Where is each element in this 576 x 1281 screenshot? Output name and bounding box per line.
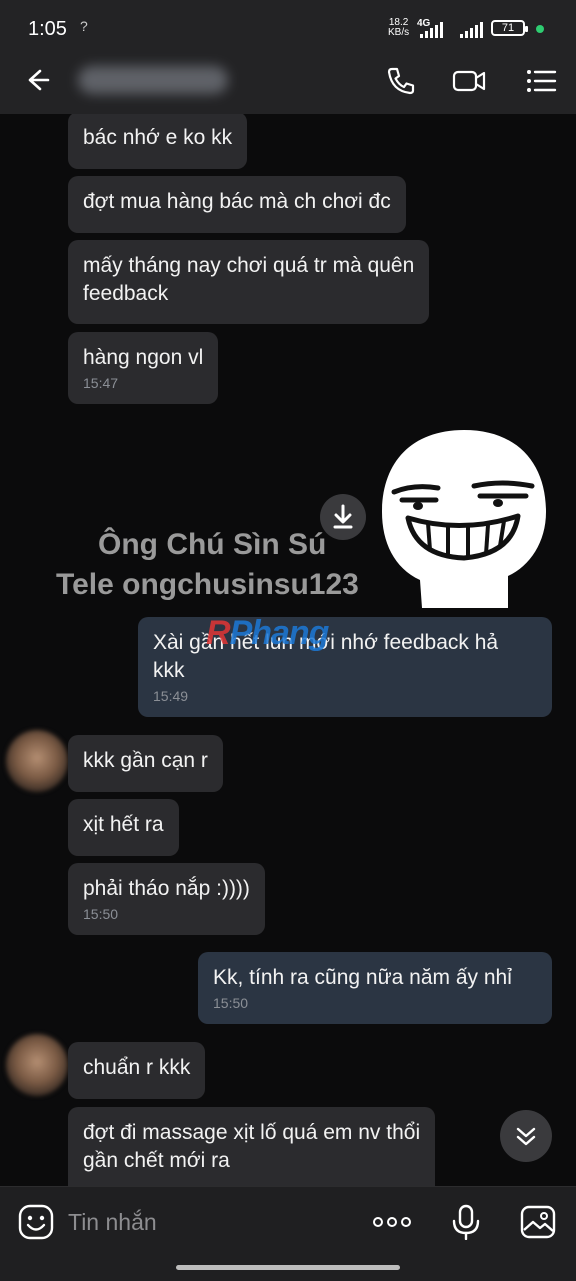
message-text: đợt đi massage xịt lố quá em nv thổi gần… — [83, 1121, 421, 1172]
message-time: 15:49 — [153, 688, 189, 704]
message-bubble-incoming[interactable]: kkk gần cạn r — [68, 735, 223, 792]
more-options-icon[interactable] — [372, 1204, 412, 1240]
contact-name-blurred[interactable] — [78, 66, 228, 94]
data-rate: 18.2 KB/s — [388, 18, 409, 38]
message-input[interactable]: Tin nhắn — [68, 1209, 157, 1236]
message-bubble-incoming[interactable]: phải tháo nắp :)))) 15:50 — [68, 863, 265, 935]
menu-icon[interactable] — [524, 64, 558, 98]
message-bubble-incoming[interactable]: hàng ngon vl 15:47 — [68, 332, 219, 404]
watermark-logo: RPhang — [206, 614, 330, 652]
message-bubble-incoming[interactable]: bác nhớ e ko kk — [68, 114, 248, 169]
watermark-line1: Ông Chú Sìn Sú — [98, 528, 327, 561]
message-bubble-incoming[interactable]: đợt mua hàng bác mà ch chơi đc — [68, 176, 406, 233]
status-bar: 1:05 ? 18.2 KB/s 4G 71 — [0, 0, 576, 48]
battery-icon: 71 — [491, 20, 528, 36]
battery-level: 71 — [501, 22, 515, 34]
signal-icon — [460, 22, 483, 38]
message-time: 15:47 — [83, 375, 119, 391]
avatar[interactable] — [6, 730, 68, 792]
message-text: kkk gần cạn r — [83, 749, 208, 772]
image-icon[interactable] — [520, 1204, 556, 1240]
sim-indicator: ? — [80, 18, 88, 34]
message-bubble-incoming[interactable]: chuẩn r kkk — [68, 1042, 206, 1099]
message-bubble-incoming[interactable]: mấy tháng nay chơi quá tr mà quên feedba… — [68, 240, 430, 324]
watermark-line2: Tele ongchusinsu123 — [56, 568, 359, 601]
message-bubble-outgoing[interactable]: Kk, tính ra cũng nữa năm ấy nhỉ 15:50 — [198, 952, 552, 1024]
message-time: 15:50 — [83, 906, 119, 922]
download-button[interactable] — [320, 494, 366, 540]
double-chevron-down-icon — [516, 1127, 536, 1146]
message-bubble-incoming[interactable]: đợt đi massage xịt lố quá em nv thổi gần… — [68, 1107, 436, 1186]
message-text: xịt hết ra — [83, 813, 164, 836]
home-indicator — [176, 1265, 400, 1270]
phone-icon[interactable] — [384, 64, 418, 98]
message-text: hàng ngon vl — [83, 346, 204, 369]
watermark-logo-text: Phang — [229, 614, 330, 652]
microphone-icon[interactable] — [448, 1204, 484, 1240]
scroll-to-bottom-button[interactable] — [500, 1110, 552, 1162]
message-time: 15:50 — [213, 995, 249, 1011]
dot-indicator — [536, 25, 544, 33]
chat-header — [0, 48, 576, 114]
message-text: mấy tháng nay chơi quá tr mà quên feedba… — [83, 254, 415, 305]
message-text: chuẩn r kkk — [83, 1056, 191, 1079]
message-text: phải tháo nắp :)))) — [83, 877, 250, 900]
message-text: bác nhớ e ko kk — [83, 126, 233, 149]
message-text: Kk, tính ra cũng nữa năm ấy nhỉ — [213, 966, 512, 989]
message-composer: Tin nhắn — [0, 1186, 576, 1281]
message-text: đợt mua hàng bác mà ch chơi đc — [83, 190, 391, 213]
sticker-smirk-face[interactable] — [380, 426, 548, 608]
message-bubble-outgoing[interactable]: Xài gần hết lun mới nhớ feedback hả kkk … — [138, 617, 552, 717]
video-call-icon[interactable] — [452, 64, 486, 98]
emoji-icon[interactable] — [18, 1204, 54, 1240]
message-bubble-incoming[interactable]: xịt hết ra — [68, 799, 179, 856]
status-time: 1:05 — [28, 18, 67, 40]
avatar[interactable] — [6, 1034, 68, 1096]
back-arrow-icon[interactable] — [20, 64, 52, 96]
data-rate-unit: KB/s — [388, 27, 410, 38]
download-icon — [333, 504, 353, 529]
signal-icon — [420, 22, 443, 38]
chat-area[interactable]: bác nhớ e ko kk đợt mua hàng bác mà ch c… — [0, 114, 576, 1186]
